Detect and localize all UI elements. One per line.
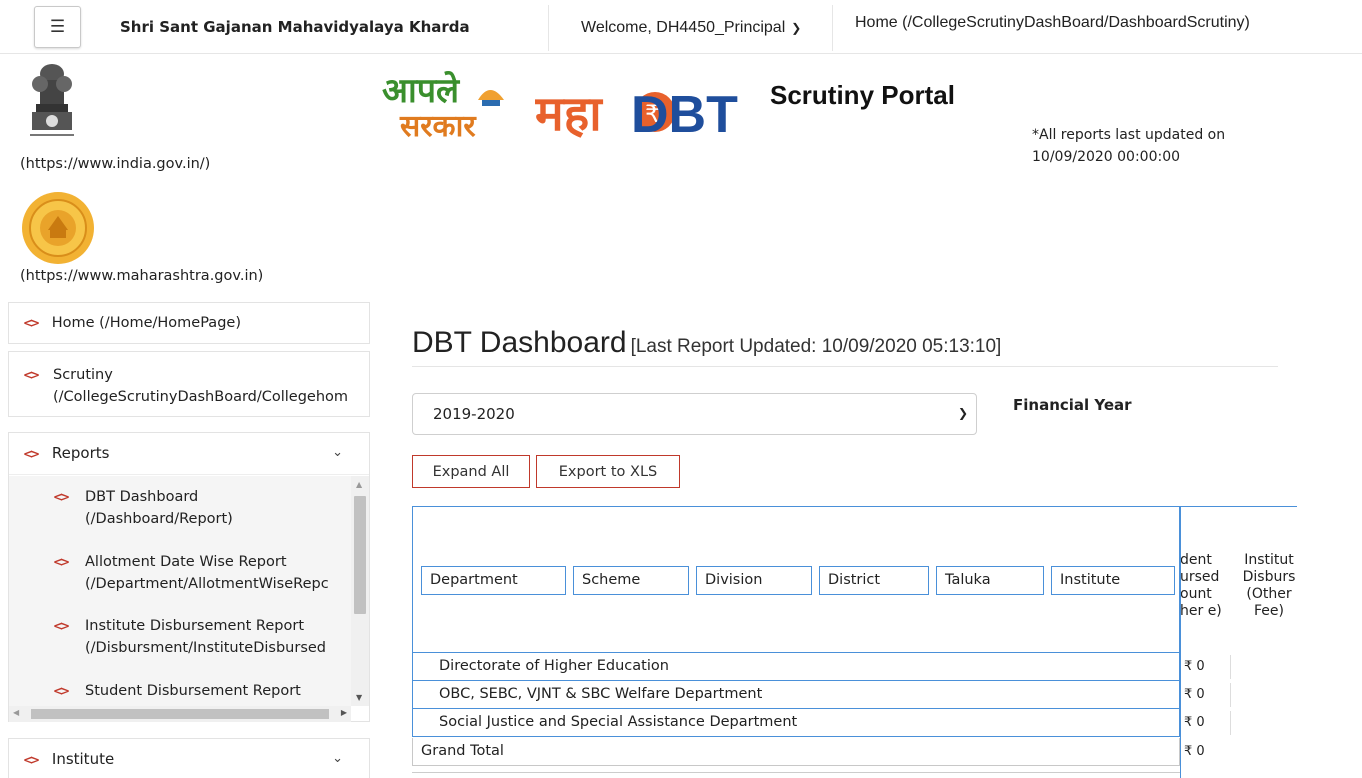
- college-name: Shri Sant Gajanan Mahavidyalaya Kharda: [120, 18, 470, 36]
- filter-institute[interactable]: Institute: [1051, 566, 1175, 595]
- scroll-right-icon[interactable]: ▶: [341, 708, 347, 717]
- maharashtra-seal-icon[interactable]: [20, 190, 96, 266]
- welcome-text: Welcome, DH4450_Principal: [581, 19, 786, 36]
- cell-divider: [1230, 711, 1231, 735]
- scrollbar-thumb[interactable]: [31, 709, 329, 719]
- reports-submenu: <> DBT Dashboard (/Dashboard/Report) <> …: [9, 476, 351, 706]
- header-top-line: [1180, 506, 1297, 507]
- vertical-scrollbar[interactable]: ▲ ▼: [351, 476, 369, 706]
- chevron-down-icon: ⌄: [332, 445, 343, 460]
- grand-total-amount: ₹ 0: [1184, 744, 1205, 759]
- scroll-down-icon[interactable]: ▼: [356, 693, 362, 702]
- grand-total-label: Grand Total: [412, 738, 1180, 766]
- submenu-item-institute-disbursement[interactable]: <> Institute Disbursement Report (/Disbu…: [53, 615, 349, 659]
- filter-scheme[interactable]: Scheme: [573, 566, 689, 595]
- financial-year-select[interactable]: 2019-2020 ❯: [412, 393, 977, 435]
- maharashtra-gov-link[interactable]: (https://www.maharashtra.gov.in): [20, 268, 263, 284]
- mahadbt-logo: महा ₹ DBT: [535, 86, 738, 140]
- grand-total-row: Grand Total ₹ 0: [412, 738, 1297, 766]
- india-emblem-icon[interactable]: [24, 60, 80, 150]
- home-link[interactable]: Home (/CollegeScrutinyDashBoard/Dashboar…: [855, 14, 1250, 32]
- svg-text:महा: महा: [535, 86, 603, 140]
- column-header-institute-disbursed[interactable]: Institut Disburs (Other Fee): [1236, 552, 1297, 620]
- financial-year-value: 2019-2020: [433, 405, 515, 423]
- table-row[interactable]: Directorate of Higher Education ₹ 0: [412, 653, 1297, 681]
- export-xls-button[interactable]: Export to XLS: [536, 455, 680, 488]
- sidebar-item-institute[interactable]: <> Institute ⌄: [8, 738, 370, 778]
- india-gov-link[interactable]: (https://www.india.gov.in/): [20, 156, 210, 172]
- horizontal-scrollbar[interactable]: ◀ ▶: [9, 706, 351, 722]
- sidebar-item-label: Home (/Home/HomePage): [51, 315, 241, 331]
- page-subtitle: [Last Report Updated: 10/09/2020 05:13:1…: [630, 336, 1002, 357]
- submenu-item-allotment-report[interactable]: <> Allotment Date Wise Report (/Departme…: [53, 551, 349, 595]
- row-amount: ₹ 0: [1184, 687, 1205, 702]
- diamond-arrow-icon: <>: [53, 619, 70, 633]
- sidebar-item-path: (/CollegeScrutinyDashBoard/Collegehom: [53, 389, 349, 405]
- table-row[interactable]: OBC, SEBC, VJNT & SBC Welfare Department…: [412, 681, 1297, 709]
- divider: [412, 366, 1278, 367]
- svg-text:DBT: DBT: [631, 86, 738, 140]
- filter-division[interactable]: Division: [696, 566, 812, 595]
- diamond-arrow-icon: <>: [23, 368, 40, 382]
- row-amount: ₹ 0: [1184, 715, 1205, 730]
- svg-text:सरकार: सरकार: [399, 109, 477, 142]
- scroll-left-icon[interactable]: ◀: [13, 708, 19, 717]
- cell-divider: [1230, 655, 1231, 679]
- sidebar-item-scrutiny[interactable]: <> Scrutiny (/CollegeScrutinyDashBoard/C…: [8, 351, 370, 417]
- sidebar-item-label: Institute: [51, 750, 115, 768]
- portal-title: Scrutiny Portal: [770, 80, 955, 110]
- page-title: DBT Dashboard [Last Report Updated: 10/09…: [412, 326, 1002, 359]
- sidebar-item-label: Reports: [51, 444, 110, 462]
- aaple-sarkar-logo: आपले सरकार: [382, 70, 504, 142]
- sidebar-item-label: Scrutiny: [53, 367, 113, 383]
- scrollbar-thumb[interactable]: [354, 496, 366, 614]
- cell-divider: [1230, 683, 1231, 707]
- diamond-arrow-icon: <>: [23, 753, 40, 767]
- top-navbar: ☰ Shri Sant Gajanan Mahavidyalaya Kharda…: [0, 0, 1362, 54]
- diamond-arrow-icon: <>: [23, 447, 40, 461]
- scroll-up-icon[interactable]: ▲: [356, 480, 362, 489]
- sidebar-section-reports: <> Reports ⌄ <> DBT Dashboard (/Dashboar…: [8, 432, 370, 722]
- chevron-down-icon: ⌄: [332, 751, 343, 766]
- dbt-pivot-table: Department Scheme Division District Talu…: [412, 506, 1297, 778]
- table-header: Department Scheme Division District Talu…: [412, 506, 1180, 653]
- divider: [412, 772, 1180, 773]
- submenu-item-dbt-dashboard[interactable]: <> DBT Dashboard (/Dashboard/Report): [53, 486, 349, 530]
- chevron-down-icon: ❯: [957, 406, 968, 420]
- diamond-arrow-icon: <>: [23, 316, 40, 330]
- diamond-arrow-icon: <>: [53, 490, 70, 504]
- filter-district[interactable]: District: [819, 566, 929, 595]
- submenu-item-student-disbursement[interactable]: <> Student Disbursement Report: [53, 680, 349, 702]
- chevron-down-icon: ❯: [791, 21, 802, 35]
- financial-year-label: Financial Year: [1013, 396, 1132, 414]
- filter-taluka[interactable]: Taluka: [936, 566, 1044, 595]
- hamburger-icon[interactable]: ☰: [34, 6, 81, 48]
- svg-text:आपले: आपले: [382, 70, 461, 111]
- sidebar-item-home[interactable]: <> Home (/Home/HomePage): [8, 302, 370, 344]
- expand-all-button[interactable]: Expand All: [412, 455, 530, 488]
- row-department-name: Directorate of Higher Education: [412, 653, 1180, 681]
- user-menu[interactable]: Welcome, DH4450_Principal ❯: [548, 5, 833, 51]
- row-department-name: OBC, SEBC, VJNT & SBC Welfare Department: [412, 681, 1180, 709]
- table-row[interactable]: Social Justice and Special Assistance De…: [412, 709, 1297, 737]
- row-department-name: Social Justice and Special Assistance De…: [412, 709, 1180, 737]
- diamond-arrow-icon: <>: [53, 555, 70, 569]
- report-update-note: *All reports last updated on 10/09/2020 …: [1032, 127, 1226, 165]
- sidebar-item-reports[interactable]: <> Reports ⌄: [9, 433, 369, 475]
- column-header-student-disbursed[interactable]: dent ursed ount her e): [1180, 552, 1222, 620]
- filter-department[interactable]: Department: [421, 566, 566, 595]
- diamond-arrow-icon: <>: [53, 684, 70, 698]
- row-amount: ₹ 0: [1184, 659, 1205, 674]
